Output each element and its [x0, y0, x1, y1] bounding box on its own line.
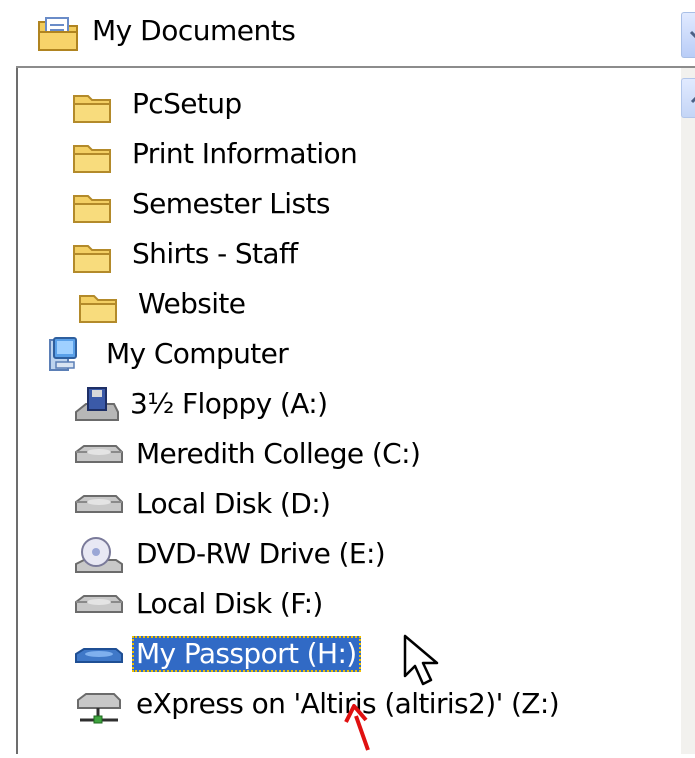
- list-item-label: Print Information: [132, 137, 358, 170]
- list-item-label: Shirts - Staff: [132, 237, 298, 270]
- annotation-arrow-icon: [338, 700, 378, 754]
- list-item-label: DVD-RW Drive (E:): [136, 537, 386, 570]
- folder-icon: [70, 136, 116, 176]
- dvd-drive-icon: [74, 536, 123, 576]
- hard-disk-icon: [74, 486, 123, 526]
- folder-icon: [76, 286, 122, 326]
- list-item-label: My Computer: [106, 337, 289, 370]
- list-item-label: Website: [138, 287, 246, 320]
- folder-icon: [70, 236, 116, 276]
- hard-disk-icon: [74, 436, 123, 476]
- list-item-label: PcSetup: [132, 87, 242, 120]
- dropdown-button[interactable]: [681, 12, 695, 58]
- network-drive-icon: [74, 686, 121, 726]
- floppy-drive-icon: [74, 386, 120, 426]
- my-documents-icon: [36, 14, 80, 54]
- external-drive-icon: [74, 636, 123, 676]
- computer-icon: [46, 336, 92, 376]
- folder-icon: [70, 186, 116, 226]
- look-in-list[interactable]: PcSetup Print Information Semester Lists…: [16, 68, 695, 754]
- look-in-value: My Documents: [92, 14, 296, 47]
- list-item-label: My Passport (H:): [132, 636, 361, 672]
- scroll-up-button[interactable]: [681, 78, 695, 118]
- vertical-scrollbar[interactable]: [681, 68, 695, 754]
- list-item-label: 3½ Floppy (A:): [130, 387, 328, 420]
- chevron-down-icon: [682, 30, 695, 63]
- list-item-label: Semester Lists: [132, 187, 330, 220]
- look-in-combo[interactable]: My Documents: [16, 0, 695, 68]
- hard-disk-icon: [74, 586, 123, 626]
- chevron-up-icon: [682, 96, 695, 123]
- list-item-label: Local Disk (F:): [136, 587, 323, 620]
- list-item-label: Meredith College (C:): [136, 437, 421, 470]
- mouse-pointer-icon: [402, 634, 448, 694]
- folder-icon: [70, 86, 116, 126]
- list-item-label: Local Disk (D:): [136, 487, 331, 520]
